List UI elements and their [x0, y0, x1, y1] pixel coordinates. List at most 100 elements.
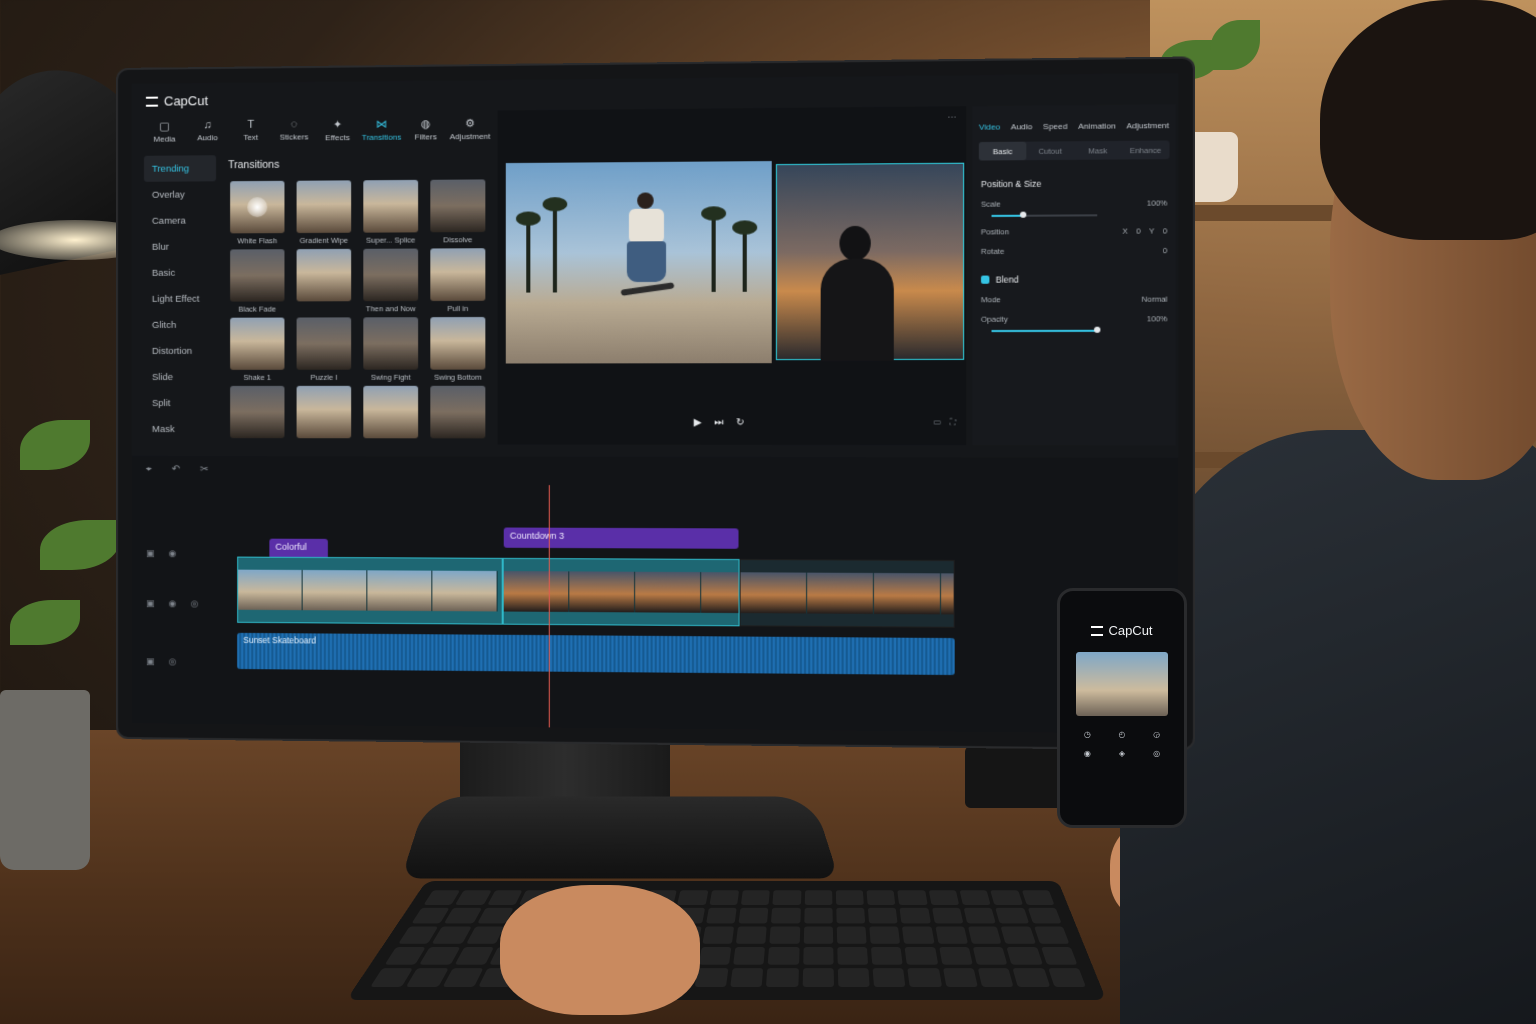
transition-item[interactable]	[428, 385, 487, 442]
keyboard-key[interactable]	[733, 946, 766, 965]
keyboard-key[interactable]	[871, 946, 904, 965]
transition-item[interactable]: Swing Bottom	[428, 317, 487, 382]
keyboard-key[interactable]	[990, 890, 1023, 906]
keyboard-key[interactable]	[968, 926, 1002, 944]
keyboard-key[interactable]	[836, 907, 866, 924]
phone-action-button[interactable]: ◉	[1070, 749, 1105, 758]
lock-icon[interactable]: ▣	[146, 598, 155, 609]
undo-icon[interactable]: ↶	[172, 464, 180, 475]
inspector-tab-speed[interactable]: Speed	[1043, 122, 1067, 131]
next-frame-icon[interactable]: ⏭	[714, 417, 723, 428]
keyboard-key[interactable]	[1033, 926, 1070, 944]
category-mask[interactable]: Mask	[144, 416, 216, 442]
category-trending[interactable]: Trending	[143, 155, 217, 182]
transition-item[interactable]	[228, 385, 286, 441]
visibility-icon[interactable]: ◉	[168, 598, 176, 609]
category-camera[interactable]: Camera	[144, 207, 216, 233]
keyboard-key[interactable]	[1012, 967, 1050, 987]
keyboard-key[interactable]	[767, 946, 800, 965]
keyboard-key[interactable]	[740, 890, 771, 906]
keyboard-key[interactable]	[423, 890, 461, 906]
keyboard-key[interactable]	[977, 967, 1014, 987]
opacity-slider-knob[interactable]	[1094, 326, 1101, 333]
phone-preview[interactable]	[1076, 652, 1168, 716]
subtab-basic[interactable]: Basic	[978, 141, 1027, 161]
keyboard-key[interactable]	[771, 907, 801, 924]
tool-filters[interactable]: ◍ Filters	[407, 117, 445, 150]
tool-audio[interactable]: ♫ Audio	[189, 119, 226, 151]
subtab-cutout[interactable]: Cutout	[1026, 141, 1074, 160]
keyboard-key[interactable]	[804, 890, 833, 906]
select-tool-icon[interactable]: ⌖	[146, 464, 152, 475]
visibility-icon[interactable]: ◉	[168, 548, 176, 559]
keyboard-key[interactable]	[432, 926, 472, 944]
text-clip-countdown[interactable]: Countdown 3	[503, 527, 739, 549]
fullscreen-icon[interactable]: ⛶	[950, 417, 956, 427]
keyboard-key[interactable]	[995, 907, 1029, 924]
scale-slider-knob[interactable]	[1019, 211, 1027, 218]
transition-item[interactable]: Dissolve	[428, 179, 487, 244]
split-icon[interactable]: ✂	[200, 464, 208, 475]
keyboard-key[interactable]	[835, 890, 865, 906]
video-clip-sunset-2[interactable]	[739, 559, 955, 628]
inspector-tab-animation[interactable]: Animation	[1078, 121, 1116, 131]
category-slide[interactable]: Slide	[144, 364, 216, 390]
keyboard-key[interactable]	[1047, 967, 1086, 987]
keyboard-key[interactable]	[738, 907, 769, 924]
inspector-tab-adjustment[interactable]: Adjustment	[1126, 121, 1169, 131]
keyboard-key[interactable]	[702, 926, 735, 944]
transition-item[interactable]: Puzzle I	[295, 317, 354, 382]
category-glitch[interactable]: Glitch	[144, 312, 216, 338]
transition-item[interactable]: Black Fade	[228, 249, 286, 314]
transition-item[interactable]: White Flash	[228, 180, 286, 246]
loop-icon[interactable]: ↻	[736, 417, 745, 428]
scale-value[interactable]: 100%	[1147, 198, 1167, 207]
lock-icon[interactable]: ▣	[146, 548, 155, 559]
keyboard-key[interactable]	[907, 967, 942, 987]
transition-item[interactable]: Gradient Wipe	[295, 180, 354, 245]
keyboard-key[interactable]	[419, 946, 461, 965]
transition-item[interactable]	[295, 248, 354, 314]
keyboard-key[interactable]	[698, 946, 732, 965]
keyboard-key[interactable]	[902, 926, 935, 944]
inspector-tab-video[interactable]: Video	[979, 122, 1000, 131]
video-clip-skateboard[interactable]	[237, 556, 503, 625]
keyboard-key[interactable]	[802, 967, 834, 987]
category-overlay[interactable]: Overlay	[144, 181, 216, 208]
keyboard-key[interactable]	[928, 890, 960, 906]
play-icon[interactable]: ▶	[694, 417, 702, 428]
subtab-mask[interactable]: Mask	[1074, 141, 1122, 160]
inspector-tab-audio[interactable]: Audio	[1011, 122, 1033, 131]
keyboard-key[interactable]	[486, 890, 523, 906]
keyboard-key[interactable]	[959, 890, 992, 906]
keyboard-key[interactable]	[866, 890, 896, 906]
keyboard-key[interactable]	[972, 946, 1008, 965]
transition-item[interactable]: Then and Now	[361, 248, 420, 314]
keyboard-key[interactable]	[899, 907, 931, 924]
keyboard-key[interactable]	[1027, 907, 1062, 924]
keyboard-key[interactable]	[837, 946, 869, 965]
player-menu-icon[interactable]: ⋯	[947, 112, 955, 121]
transition-item[interactable]: Pull in	[428, 248, 487, 313]
ratio-icon[interactable]: ▭	[933, 417, 941, 427]
opacity-value[interactable]: 100%	[1147, 314, 1167, 323]
keyboard-key[interactable]	[931, 907, 964, 924]
keyboard-key[interactable]	[730, 967, 764, 987]
x-input[interactable]: 0	[1136, 226, 1140, 235]
keyboard-key[interactable]	[963, 907, 997, 924]
keyboard-key[interactable]	[772, 890, 802, 906]
transition-item[interactable]	[361, 385, 420, 442]
category-distortion[interactable]: Distortion	[144, 338, 216, 364]
category-blur[interactable]: Blur	[144, 233, 216, 259]
keyboard-key[interactable]	[442, 967, 484, 987]
keyboard-key[interactable]	[935, 926, 969, 944]
keyboard-key[interactable]	[938, 946, 973, 965]
mute-icon[interactable]: ◎	[168, 656, 176, 667]
mode-select[interactable]: Normal	[1142, 294, 1168, 303]
keyboard-key[interactable]	[1021, 890, 1055, 906]
keyboard-key[interactable]	[444, 907, 482, 924]
keyboard-key[interactable]	[872, 967, 906, 987]
keyboard-key[interactable]	[766, 967, 799, 987]
phone-action-button[interactable]: ◈	[1105, 749, 1140, 758]
mute-icon[interactable]: ◎	[190, 598, 198, 609]
